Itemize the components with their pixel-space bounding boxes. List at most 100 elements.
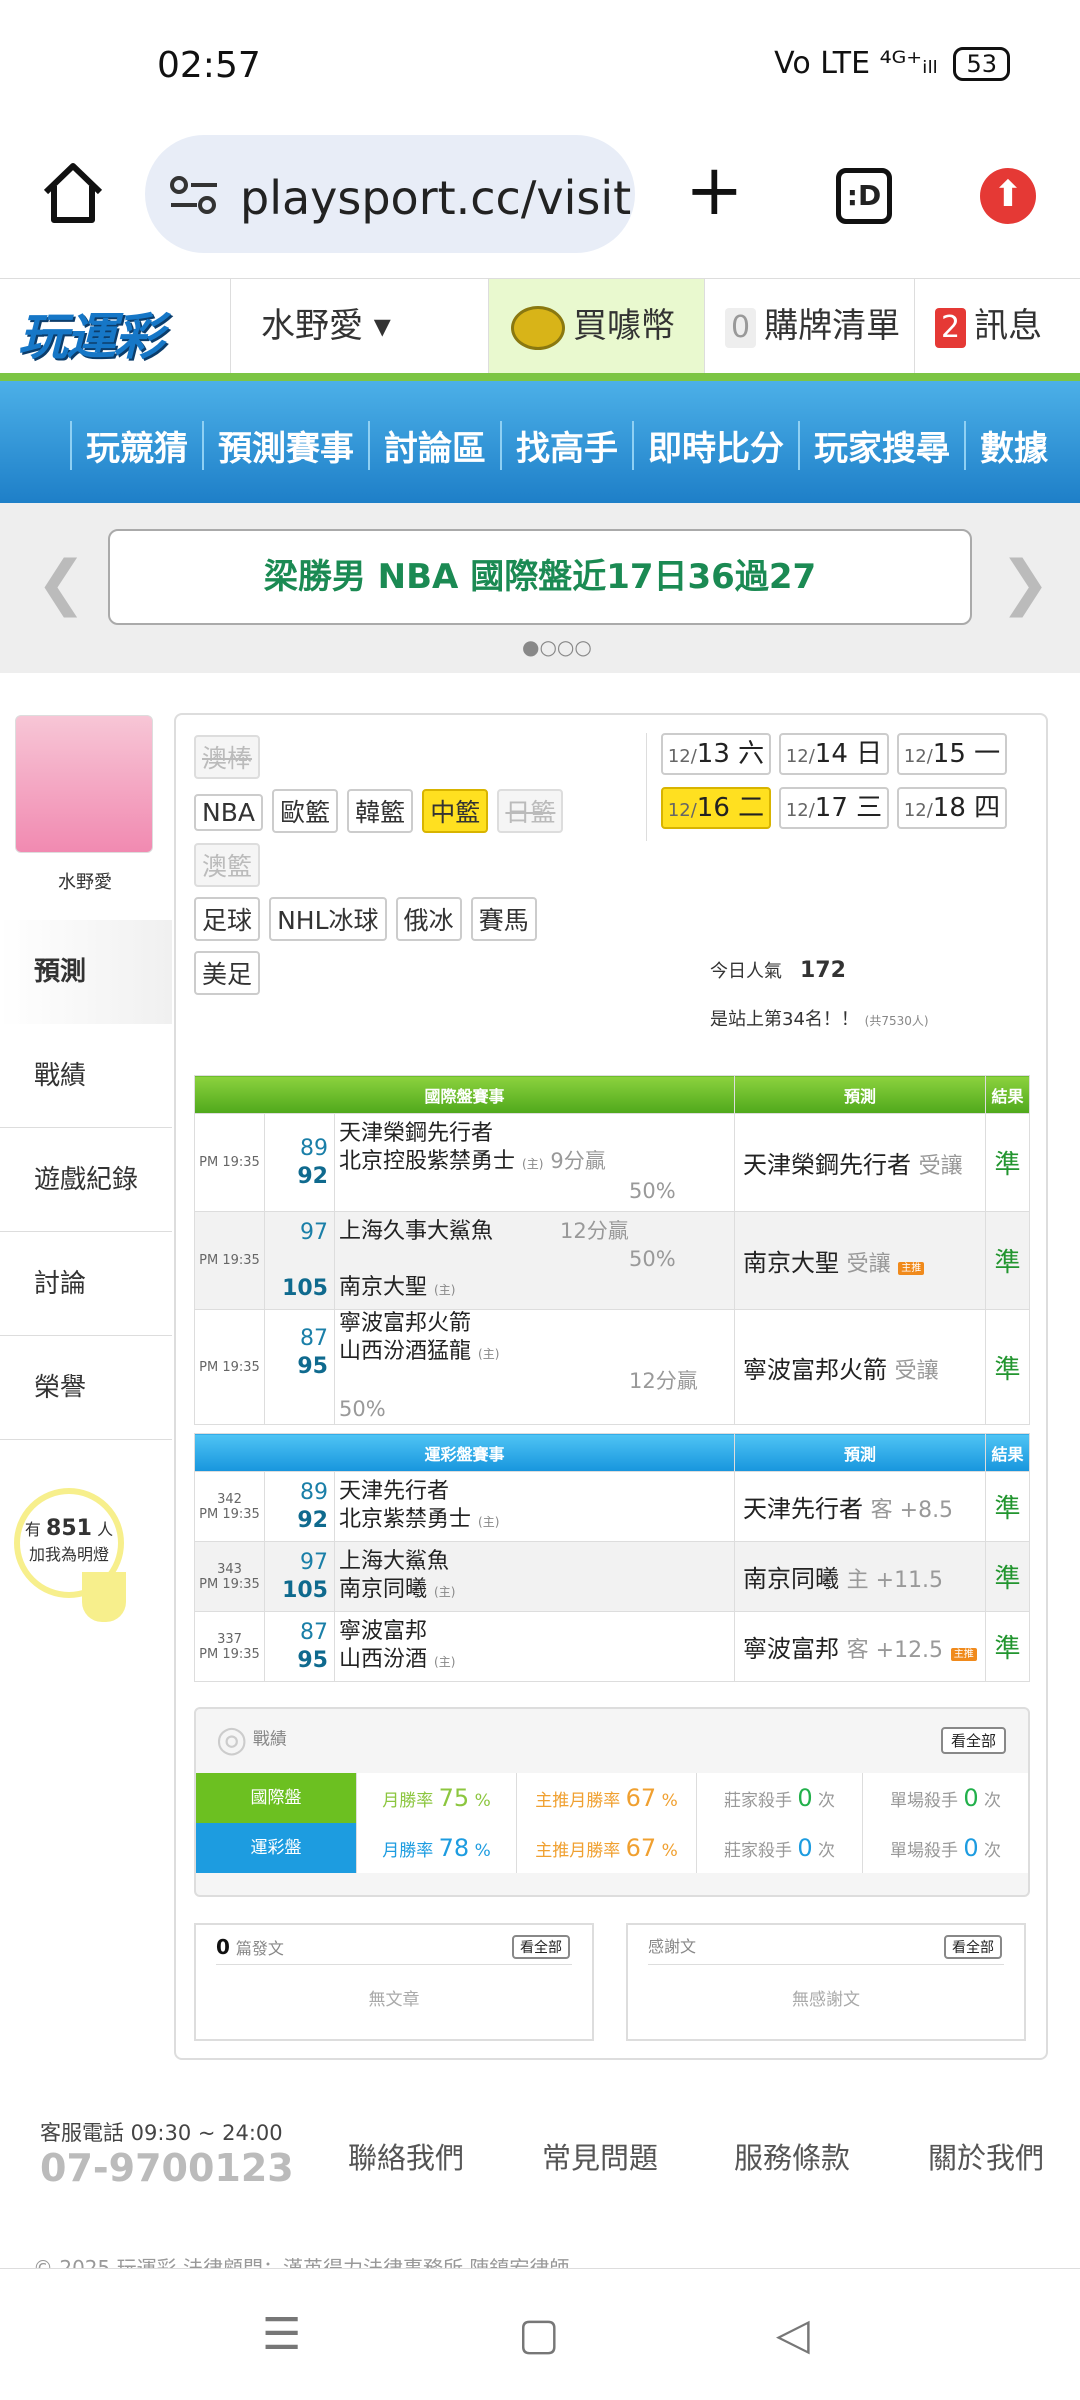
table-row[interactable]: PM 19:35 87 95 寧波富邦火箭 山西汾酒猛龍 (主) 12分贏 50% 寧…	[194, 1309, 1030, 1425]
table-row[interactable]: PM 19:35 89 92 天津榮鋼先行者 北京控股紫禁勇士 (主) 9分贏 50%…	[194, 1113, 1030, 1212]
team-home: 南京大聖	[339, 1274, 428, 1300]
message-button[interactable]: 2 訊息	[914, 279, 1080, 374]
sport-korea-basket[interactable]: 韓籃	[347, 789, 414, 833]
lot-header-pred: 預測	[734, 1433, 986, 1472]
site-logo[interactable]: 玩運彩	[18, 297, 164, 369]
avatar[interactable]	[15, 715, 153, 853]
odds: 12分贏	[560, 1218, 629, 1243]
pred-team: 南京同曦	[743, 1565, 839, 1593]
articles-view-all-button[interactable]: 看全部	[512, 1935, 570, 1959]
main-nav: 玩競猜 預測賽事 討論區 找高手 即時比分 玩家搜尋 數據	[0, 373, 1080, 503]
banner-text[interactable]: 梁勝男 NBA 國際盤近17日36過27	[108, 529, 972, 625]
nav-experts[interactable]: 找高手	[500, 421, 632, 470]
prev-arrow-icon[interactable]: ❮	[36, 548, 86, 618]
fans-count: 851	[46, 1516, 92, 1541]
home-mark: (主)	[434, 1654, 456, 1669]
table-row[interactable]: 343 PM 19:35 97 105 上海大鯊魚 南京同曦 (主) 南京同曦 主 +…	[194, 1541, 1030, 1612]
site-settings-icon[interactable]	[169, 175, 219, 215]
sport-horse[interactable]: 賽馬	[470, 897, 537, 941]
bulb-icon	[82, 1572, 126, 1622]
nav-predict[interactable]: 預測賽事	[202, 421, 368, 470]
footer-faq-link[interactable]: 常見問題	[542, 2135, 658, 2177]
home-icon[interactable]	[38, 158, 108, 228]
date-1218[interactable]: 12/18 四	[897, 787, 1007, 829]
score-home: 92	[297, 1163, 328, 1189]
address-bar[interactable]: playsport.cc/visit	[145, 135, 635, 253]
date-1215[interactable]: 12/15 一	[897, 733, 1007, 775]
pred-type: 受讓	[894, 1358, 939, 1384]
fans-text: 加我為明燈	[28, 1545, 109, 1564]
record-view-all-button[interactable]: 看全部	[940, 1727, 1006, 1754]
sport-aus-basket[interactable]: 澳籃	[194, 843, 261, 887]
buy-coin-button[interactable]: 買噱幣	[488, 279, 704, 374]
odds-pct: 50%	[339, 1397, 386, 1421]
date-1217[interactable]: 12/17 三	[779, 787, 889, 829]
odds: 12分贏	[629, 1369, 698, 1393]
footer-contact-link[interactable]: 聯絡我們	[348, 2135, 464, 2177]
user-menu[interactable]: 水野愛 ▾	[230, 279, 488, 374]
sport-nhl[interactable]: NHL冰球	[269, 897, 387, 941]
sport-euro-basket[interactable]: 歐籃	[272, 789, 339, 833]
game-no: 343	[217, 1561, 242, 1577]
pred-type: 客 +12.5	[846, 1638, 944, 1663]
sport-us-football[interactable]: 美足	[194, 951, 261, 995]
menu-game-log[interactable]: 遊戲紀錄	[0, 1128, 172, 1232]
table-row[interactable]: 337 PM 19:35 87 95 寧波富邦 山西汾酒 (主) 寧波富邦 客 +12…	[194, 1611, 1030, 1682]
intl-header-game: 國際盤賽事	[194, 1075, 735, 1114]
cart-button[interactable]: 0 購牌清單	[704, 279, 914, 374]
date-month: 12/	[785, 746, 815, 767]
nav-player-search[interactable]: 玩家搜尋	[798, 421, 964, 470]
next-arrow-icon[interactable]: ❯	[1000, 548, 1050, 618]
nav-data[interactable]: 數據	[964, 421, 1062, 470]
pred-team: 天津榮鋼先行者	[743, 1151, 911, 1179]
team-away: 寧波富邦	[339, 1618, 428, 1644]
single-killer: 單場殺手 0 次	[862, 1823, 1028, 1873]
sport-aus-baseball[interactable]: 澳棒	[194, 735, 261, 779]
message-count: 2	[935, 308, 967, 348]
clock: 02:57	[157, 45, 261, 86]
menu-discuss[interactable]: 討論	[0, 1232, 172, 1336]
main-win: 主推月勝率 67 %	[516, 1823, 696, 1873]
sport-soccer[interactable]: 足球	[194, 897, 261, 941]
sport-russia-hockey[interactable]: 俄冰	[395, 897, 462, 941]
footer-about-link[interactable]: 關於我們	[928, 2135, 1044, 2177]
system-nav-bar: ☰ ▢ ◁	[0, 2268, 1080, 2400]
game-no-time: 337 PM 19:35	[194, 1611, 265, 1682]
date-selector: 12/13 六 12/14 日 12/15 一 12/16 二 12/17 三 12/1…	[646, 733, 1036, 841]
service-phone[interactable]: 07-9700123	[40, 2146, 294, 2190]
table-row[interactable]: PM 19:35 97 105 上海久事大鯊魚 12分贏 50% 南京大聖 (主) 南…	[194, 1211, 1030, 1310]
menu-icon[interactable]: ☰	[262, 2309, 301, 2360]
result: 準	[985, 1211, 1030, 1310]
thanks-view-all-button[interactable]: 看全部	[944, 1935, 1002, 1959]
nav-forum[interactable]: 討論區	[368, 421, 500, 470]
banker-killer: 莊家殺手 0 次	[696, 1823, 862, 1873]
sport-japan-basket[interactable]: 日籃	[497, 789, 564, 833]
date-1213[interactable]: 12/13 六	[661, 733, 771, 775]
target-icon: ◎	[216, 1719, 248, 1760]
menu-predict[interactable]: 預測	[0, 920, 172, 1024]
main-win-label: 主推月勝率	[535, 1841, 621, 1861]
nav-guess[interactable]: 玩競猜	[70, 421, 202, 470]
intl-header-pred: 預測	[734, 1075, 986, 1114]
update-icon[interactable]: ⬆	[980, 168, 1036, 224]
new-tab-icon[interactable]: +	[685, 155, 744, 225]
sport-nba[interactable]: NBA	[194, 794, 263, 831]
footer-terms-link[interactable]: 服務條款	[734, 2135, 850, 2177]
game-scores: 97 105	[264, 1211, 335, 1310]
table-row[interactable]: 342 PM 19:35 89 92 天津先行者 北京紫禁勇士 (主) 天津先行者 客…	[194, 1471, 1030, 1542]
date-1216[interactable]: 12/16 二	[661, 787, 771, 829]
coin-icon	[511, 305, 565, 350]
date-month: 12/	[903, 800, 933, 821]
back-icon[interactable]: ◁	[776, 2309, 810, 2360]
sport-china-basket[interactable]: 中籃	[422, 789, 489, 833]
nav-livescore[interactable]: 即時比分	[632, 421, 798, 470]
odds-pct: 50%	[629, 1246, 676, 1271]
result: 準	[985, 1113, 1030, 1212]
menu-record[interactable]: 戰績	[0, 1024, 172, 1128]
signal-icon: Vo LTE ⁴ᴳ⁺ᵢₗₗ	[774, 46, 938, 81]
menu-honor[interactable]: 榮譽	[0, 1336, 172, 1440]
date-1214[interactable]: 12/14 日	[779, 733, 889, 775]
tab-switcher-icon[interactable]: :D	[836, 168, 892, 224]
home-square-icon[interactable]: ▢	[518, 2309, 560, 2360]
pred-team: 寧波富邦火箭	[743, 1355, 887, 1384]
